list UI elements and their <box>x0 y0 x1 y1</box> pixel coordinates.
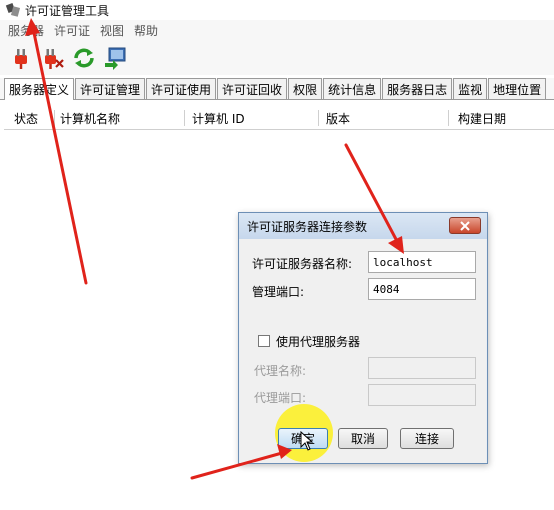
connect-button[interactable]: 连接 <box>400 428 454 449</box>
server-name-label: 许可证服务器名称: <box>252 257 353 271</box>
column-version[interactable]: 版本 <box>326 110 350 127</box>
tab-license-usage[interactable]: 许可证使用 <box>146 78 217 99</box>
app-window: 许可证管理工具 服务器 许可证 视图 帮助 服务器定义 许可证管理 许可证使用 … <box>0 0 554 510</box>
menu-server[interactable]: 服务器 <box>8 22 44 39</box>
admin-port-label: 管理端口: <box>252 285 305 299</box>
admin-port-input[interactable] <box>368 278 476 300</box>
toolbar <box>0 41 554 75</box>
app-logo-icon <box>5 3 21 17</box>
tab-statistics[interactable]: 统计信息 <box>323 78 382 99</box>
refresh-button[interactable] <box>72 46 96 70</box>
plug-connect-icon <box>15 49 27 69</box>
disconnect-server-button[interactable] <box>41 46 65 70</box>
proxy-name-input[interactable] <box>368 357 476 379</box>
column-divider <box>184 110 185 126</box>
menu-view[interactable]: 视图 <box>100 22 124 39</box>
close-icon <box>460 220 470 231</box>
menu-bar: 服务器 许可证 视图 帮助 <box>0 20 554 41</box>
menu-license[interactable]: 许可证 <box>54 22 90 39</box>
window-title: 许可证管理工具 <box>25 3 110 18</box>
refresh-icon <box>74 48 94 68</box>
use-proxy-checkbox[interactable] <box>258 335 270 347</box>
dialog-title-bar[interactable]: 许可证服务器连接参数 <box>239 213 487 239</box>
title-bar: 许可证管理工具 <box>0 0 554 20</box>
use-proxy-label: 使用代理服务器 <box>276 335 361 349</box>
proxy-port-input[interactable] <box>368 384 476 406</box>
table-header: 状态 计算机名称 计算机 ID 版本 构建日期 <box>4 106 554 130</box>
proxy-name-label: 代理名称: <box>254 364 307 378</box>
column-divider <box>54 110 55 126</box>
column-divider <box>318 110 319 126</box>
tab-license-recovery[interactable]: 许可证回收 <box>217 78 288 99</box>
tab-geolocation[interactable]: 地理位置 <box>488 78 547 99</box>
column-divider <box>448 110 449 126</box>
dialog-title: 许可证服务器连接参数 <box>247 219 368 234</box>
column-computer-name[interactable]: 计算机名称 <box>60 110 120 127</box>
tab-server-log[interactable]: 服务器日志 <box>382 78 453 99</box>
menu-help[interactable]: 帮助 <box>134 22 158 39</box>
dialog-close-button[interactable] <box>449 217 481 234</box>
tab-monitor[interactable]: 监视 <box>453 78 488 99</box>
tab-strip: 服务器定义 许可证管理 许可证使用 许可证回收 权限 统计信息 服务器日志 监视… <box>0 78 554 100</box>
export-button[interactable] <box>103 46 127 70</box>
cancel-button[interactable]: 取消 <box>338 428 388 449</box>
tab-server-definition[interactable]: 服务器定义 <box>4 78 75 100</box>
column-status[interactable]: 状态 <box>14 110 38 127</box>
tab-license-management[interactable]: 许可证管理 <box>75 78 146 99</box>
mouse-pointer-icon <box>300 431 314 451</box>
column-computer-id[interactable]: 计算机 ID <box>192 110 245 127</box>
monitor-export-icon <box>105 47 126 70</box>
server-name-input[interactable] <box>368 251 476 273</box>
column-build-date[interactable]: 构建日期 <box>458 110 506 127</box>
plug-disconnect-icon <box>45 49 64 69</box>
tab-permissions[interactable]: 权限 <box>288 78 323 99</box>
connect-server-button[interactable] <box>10 46 34 70</box>
